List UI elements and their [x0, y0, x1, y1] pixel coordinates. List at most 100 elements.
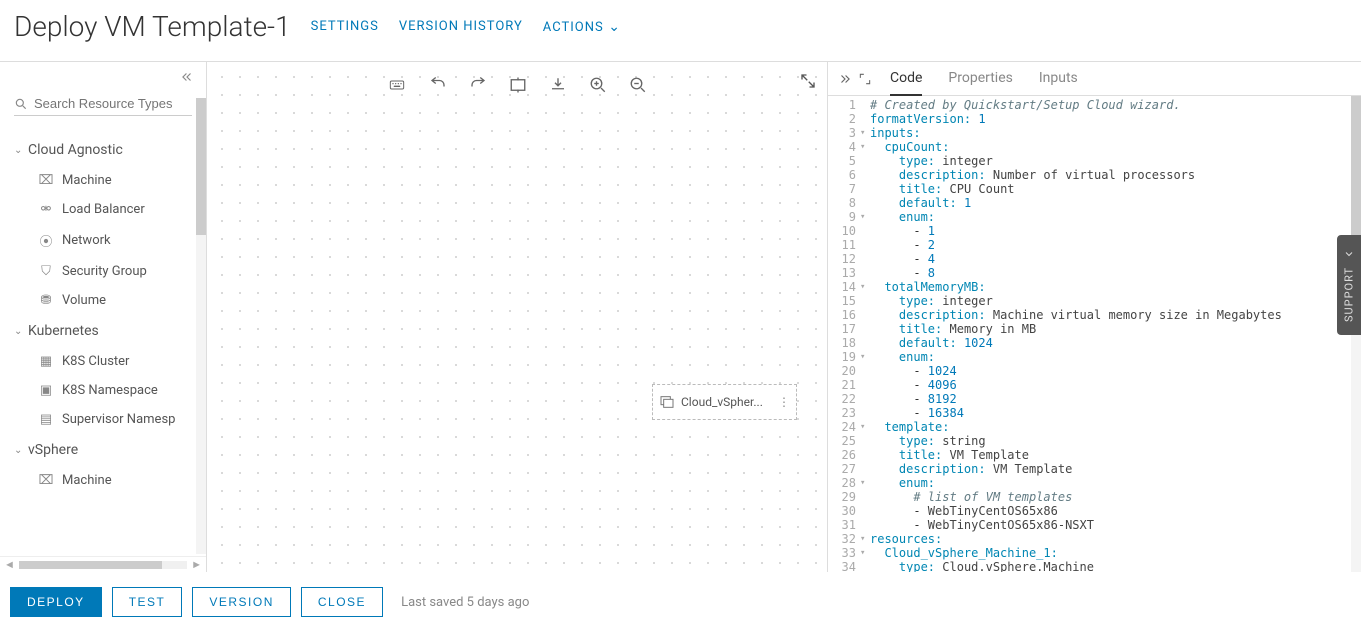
code-line[interactable]: 2formatVersion: 1	[828, 112, 1361, 126]
code-line[interactable]: 8 default: 1	[828, 196, 1361, 210]
resource-k8s-namespace[interactable]: ▣K8S Namespace	[0, 376, 206, 405]
code-line[interactable]: 28▾ enum:	[828, 476, 1361, 490]
support-tab[interactable]: SUPPORT	[1337, 235, 1361, 335]
code-line[interactable]: 26 title: VM Template	[828, 448, 1361, 462]
version-button[interactable]: VERSION	[192, 587, 291, 617]
code-line[interactable]: 14▾ totalMemoryMB:	[828, 280, 1361, 294]
code-line[interactable]: 17 title: Memory in MB	[828, 322, 1361, 336]
settings-link[interactable]: SETTINGS	[311, 19, 379, 34]
code-line[interactable]: 15 type: integer	[828, 294, 1361, 308]
group-header-cloud-agnostic[interactable]: ⌄Cloud Agnostic	[0, 134, 206, 166]
resource-network[interactable]: ⦿Network	[0, 224, 206, 257]
code-line[interactable]: 5 type: integer	[828, 154, 1361, 168]
code-line[interactable]: 25 type: string	[828, 434, 1361, 448]
resource-tree[interactable]: ⌄Cloud Agnostic ⌧Machine ⚮Load Balancer …	[0, 126, 206, 556]
design-canvas[interactable]: Cloud_vSpher... ⋮	[207, 62, 827, 572]
code-line[interactable]: 34 type: Cloud.vSphere.Machine	[828, 560, 1361, 572]
chevron-double-left-icon	[180, 70, 194, 84]
node-menu-button[interactable]: ⋮	[778, 395, 790, 409]
code-line[interactable]: 12 - 4	[828, 252, 1361, 266]
version-history-link[interactable]: VERSION HISTORY	[399, 19, 523, 34]
group-header-kubernetes[interactable]: ⌄Kubernetes	[0, 315, 206, 347]
expand-canvas-button[interactable]	[799, 72, 817, 90]
resource-supervisor-namespace[interactable]: ▤Supervisor Namesp	[0, 405, 206, 434]
chevron-up-icon	[1343, 248, 1355, 260]
cluster-icon: ▦	[38, 354, 54, 369]
code-line[interactable]: 30 - WebTinyCentOS65x86	[828, 504, 1361, 518]
canvas-toolbar	[375, 68, 659, 102]
code-line[interactable]: 13 - 8	[828, 266, 1361, 280]
tab-inputs[interactable]: Inputs	[1039, 62, 1078, 96]
code-line[interactable]: 29 # list of VM templates	[828, 490, 1361, 504]
code-line[interactable]: 20 - 1024	[828, 364, 1361, 378]
footer-bar: DEPLOY TEST VERSION CLOSE Last saved 5 d…	[0, 572, 1361, 631]
group-vsphere: ⌄vSphere ⌧Machine	[0, 434, 206, 495]
code-line[interactable]: 1# Created by Quickstart/Setup Cloud wiz…	[828, 98, 1361, 112]
actions-dropdown[interactable]: ACTIONS	[543, 19, 621, 35]
machine-icon: ⌧	[38, 173, 54, 188]
keyboard-icon[interactable]	[383, 73, 411, 97]
namespace-icon: ▣	[38, 383, 54, 398]
tab-code[interactable]: Code	[890, 62, 922, 96]
collapse-sidebar-button[interactable]	[0, 62, 206, 92]
deploy-button[interactable]: DEPLOY	[10, 587, 102, 617]
resource-volume[interactable]: ⛃Volume	[0, 286, 206, 315]
fit-screen-button[interactable]	[505, 72, 531, 98]
group-kubernetes: ⌄Kubernetes ▦K8S Cluster ▣K8S Namespace …	[0, 315, 206, 434]
code-line[interactable]: 11 - 2	[828, 238, 1361, 252]
close-button[interactable]: CLOSE	[301, 587, 383, 617]
search-input[interactable]	[34, 96, 192, 111]
resource-machine[interactable]: ⌧Machine	[0, 166, 206, 195]
search-container	[0, 92, 206, 126]
test-button[interactable]: TEST	[112, 587, 183, 617]
code-line[interactable]: 33▾ Cloud_vSphere_Machine_1:	[828, 546, 1361, 560]
page-title: Deploy VM Template-1	[14, 10, 291, 43]
resource-load-balancer[interactable]: ⚮Load Balancer	[0, 195, 206, 224]
canvas-node-cloud-vsphere[interactable]: Cloud_vSpher... ⋮	[652, 384, 797, 420]
expand-code-button[interactable]	[858, 72, 872, 86]
tab-properties[interactable]: Properties	[948, 62, 1012, 96]
code-line[interactable]: 27 description: VM Template	[828, 462, 1361, 476]
group-header-vsphere[interactable]: ⌄vSphere	[0, 434, 206, 466]
vm-icon	[659, 394, 675, 410]
code-line[interactable]: 10 - 1	[828, 224, 1361, 238]
code-line[interactable]: 7 title: CPU Count	[828, 182, 1361, 196]
resource-vsphere-machine[interactable]: ⌧Machine	[0, 466, 206, 495]
code-line[interactable]: 21 - 4096	[828, 378, 1361, 392]
code-line[interactable]: 18 default: 1024	[828, 336, 1361, 350]
code-line[interactable]: 16 description: Machine virtual memory s…	[828, 308, 1361, 322]
code-panel-header: Code Properties Inputs	[828, 62, 1361, 96]
resource-k8s-cluster[interactable]: ▦K8S Cluster	[0, 347, 206, 376]
code-line[interactable]: 31 - WebTinyCentOS65x86-NSXT	[828, 518, 1361, 532]
code-line[interactable]: 22 - 8192	[828, 392, 1361, 406]
sidebar-vertical-scrollbar[interactable]	[196, 98, 206, 554]
save-status: Last saved 5 days ago	[401, 595, 529, 610]
network-icon: ⦿	[38, 231, 54, 250]
redo-button[interactable]	[465, 72, 491, 98]
code-line[interactable]: 32▾resources:	[828, 532, 1361, 546]
load-balancer-icon: ⚮	[38, 202, 54, 217]
code-line[interactable]: 6 description: Number of virtual process…	[828, 168, 1361, 182]
download-button[interactable]	[545, 72, 571, 98]
node-label: Cloud_vSpher...	[681, 395, 763, 409]
zoom-out-button[interactable]	[625, 72, 651, 98]
code-line[interactable]: 3▾inputs:	[828, 126, 1361, 140]
chevron-down-icon: ⌄	[14, 145, 28, 156]
main-area: ⌄Cloud Agnostic ⌧Machine ⚮Load Balancer …	[0, 61, 1361, 572]
collapse-code-button[interactable]	[838, 72, 852, 86]
code-line[interactable]: 24▾ template:	[828, 420, 1361, 434]
zoom-in-button[interactable]	[585, 72, 611, 98]
shield-icon: ⛉	[38, 264, 54, 279]
chevron-down-icon: ⌄	[14, 445, 28, 456]
code-line[interactable]: 4▾ cpuCount:	[828, 140, 1361, 154]
resource-security-group[interactable]: ⛉Security Group	[0, 257, 206, 286]
undo-button[interactable]	[425, 72, 451, 98]
supervisor-icon: ▤	[38, 412, 54, 427]
code-line[interactable]: 23 - 16384	[828, 406, 1361, 420]
group-cloud-agnostic: ⌄Cloud Agnostic ⌧Machine ⚮Load Balancer …	[0, 134, 206, 315]
code-editor[interactable]: 1# Created by Quickstart/Setup Cloud wiz…	[828, 96, 1361, 572]
code-line[interactable]: 19▾ enum:	[828, 350, 1361, 364]
sidebar-horizontal-scrollbar[interactable]: ◄►	[0, 556, 206, 572]
chevron-down-icon: ⌄	[14, 326, 28, 337]
code-line[interactable]: 9▾ enum:	[828, 210, 1361, 224]
